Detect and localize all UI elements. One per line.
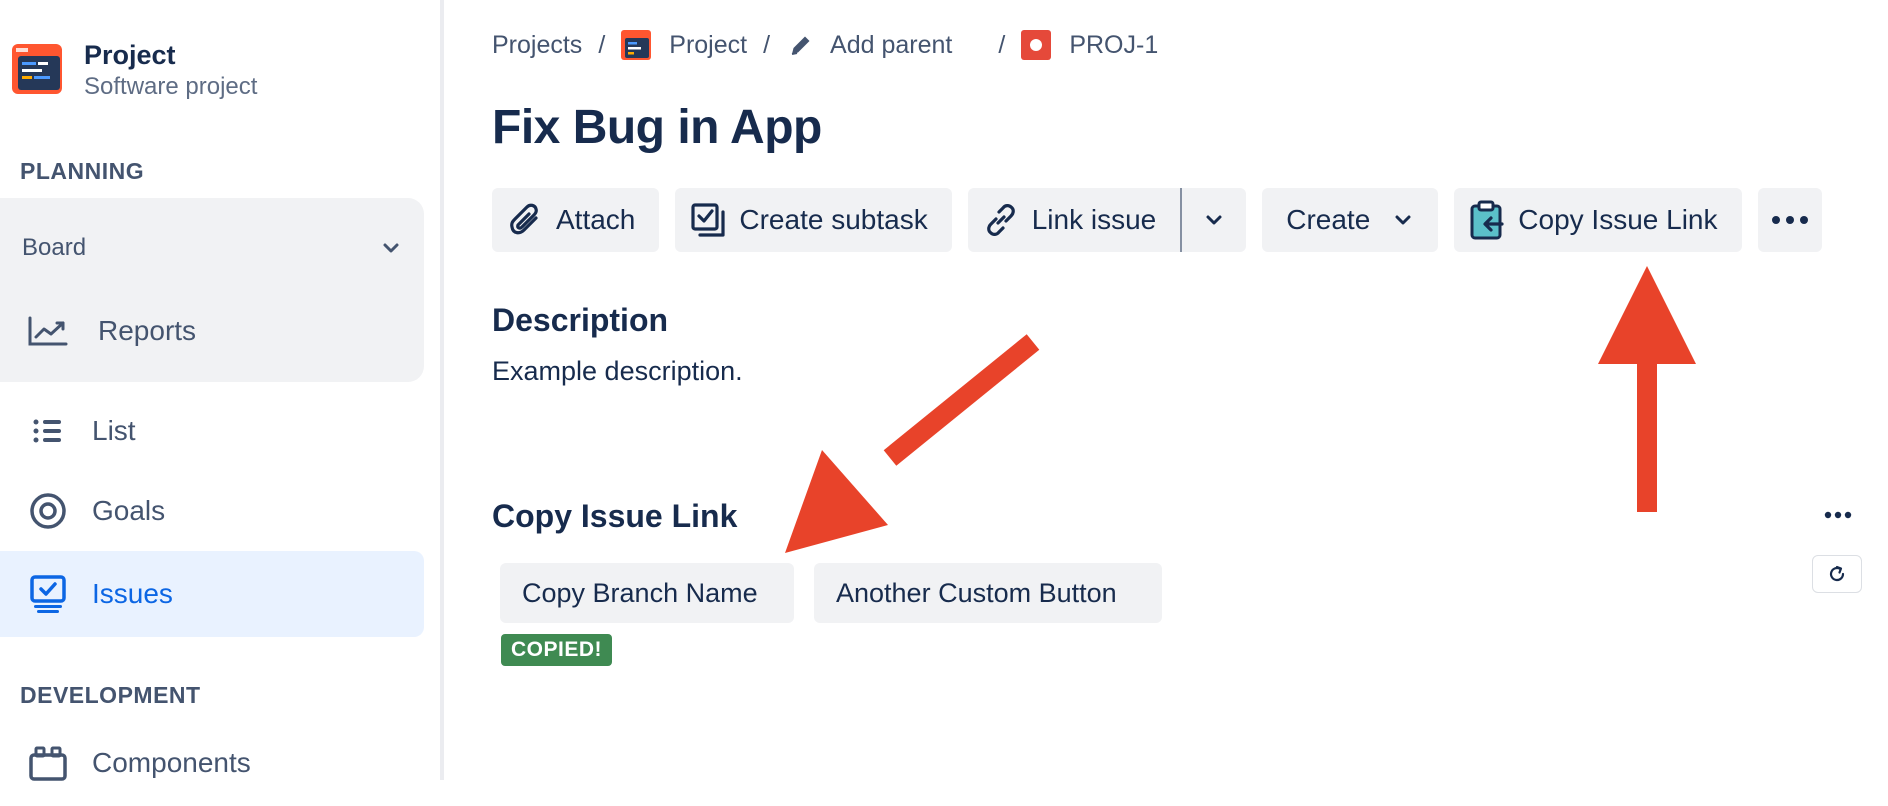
project-header[interactable]: Project Software project [12,38,257,102]
subtask-icon [689,201,727,239]
copy-issue-link-label: Copy Issue Link [1518,204,1718,235]
breadcrumb-separator: / [598,30,606,59]
paperclip-icon [506,201,544,239]
planning-section-label: PLANNING [20,158,145,184]
development-section-label: DEVELOPMENT [20,682,201,708]
more-horizontal-icon [1824,511,1852,519]
bug-issue-type-icon [1021,30,1052,60]
issue-toolbar: Attach Create subtask Link issue Create … [492,188,1838,252]
panel-more-button[interactable] [1818,500,1858,530]
breadcrumb: Projects / Project / Add parent / PROJ-1 [492,30,1158,60]
copy-issue-link-button[interactable]: Copy Issue Link [1454,188,1742,252]
sidebar-item-label: Goals [92,495,166,526]
sidebar-item-reports[interactable]: Reports [0,288,424,374]
list-icon [26,409,70,453]
board-group: Board Reports [0,198,424,382]
create-subtask-label: Create subtask [739,204,928,235]
refresh-button[interactable] [1812,555,1862,593]
copy-issue-link-panel-heading: Copy Issue Link [492,498,738,534]
attach-label: Attach [556,204,636,235]
breadcrumb-projects-link[interactable]: Projects [492,31,582,60]
more-horizontal-icon [1771,216,1808,224]
more-actions-button[interactable] [1757,188,1822,252]
another-custom-button-label: Another Custom Button [836,577,1117,608]
sidebar-item-label: List [92,415,136,446]
project-logo-icon [621,30,652,60]
link-issue-dropdown-button[interactable] [1182,188,1246,252]
breadcrumb-project-link[interactable]: Project [669,31,747,60]
link-icon [982,201,1020,239]
chevron-down-icon [1206,215,1222,225]
project-name: Project [84,40,176,70]
sidebar: Project Software project PLANNING Board … [0,0,444,781]
create-dropdown-button[interactable]: Create [1262,188,1439,252]
description-heading: Description [492,302,669,338]
copy-branch-name-label: Copy Branch Name [522,577,758,608]
pencil-icon [786,30,816,60]
project-type: Software project [84,73,258,100]
another-custom-button[interactable]: Another Custom Button [814,563,1162,623]
link-issue-label: Link issue [1031,204,1157,235]
board-label: Board [22,234,87,261]
chevron-down-icon [1395,215,1411,225]
issue-title[interactable]: Fix Bug in App [492,100,822,155]
sidebar-item-label: Issues [92,578,173,609]
components-icon [26,741,70,785]
description-text[interactable]: Example description. [492,356,743,387]
link-issue-button[interactable]: Link issue [968,188,1181,252]
link-issue-split-button: Link issue [967,188,1247,252]
issues-icon [26,572,70,616]
sidebar-item-goals[interactable]: Goals [0,468,424,554]
attach-button[interactable]: Attach [492,188,660,252]
sidebar-item-label: Components [92,747,251,778]
sidebar-item-label: Reports [98,315,197,346]
sidebar-item-issues[interactable]: Issues [0,551,424,637]
chart-line-icon [26,309,70,353]
create-subtask-button[interactable]: Create subtask [675,188,952,252]
add-parent-button[interactable]: Add parent [830,31,952,60]
copy-branch-name-button[interactable]: Copy Branch Name [500,563,794,623]
target-icon [26,489,70,533]
board-dropdown[interactable]: Board [22,228,402,268]
issue-view: Projects / Project / Add parent / PROJ-1… [492,0,1888,780]
breadcrumb-separator: / [763,30,771,59]
sidebar-item-list[interactable]: List [0,388,424,474]
create-label: Create [1286,204,1371,235]
project-logo-icon [12,44,62,94]
breadcrumb-separator: / [998,30,1006,59]
issue-key-link[interactable]: PROJ-1 [1069,31,1158,60]
chevron-down-icon [383,243,399,253]
copied-badge: COPIED! [501,634,613,666]
clipboard-icon [1468,200,1506,240]
refresh-icon [1829,565,1845,582]
sidebar-item-components[interactable]: Components [0,720,424,806]
